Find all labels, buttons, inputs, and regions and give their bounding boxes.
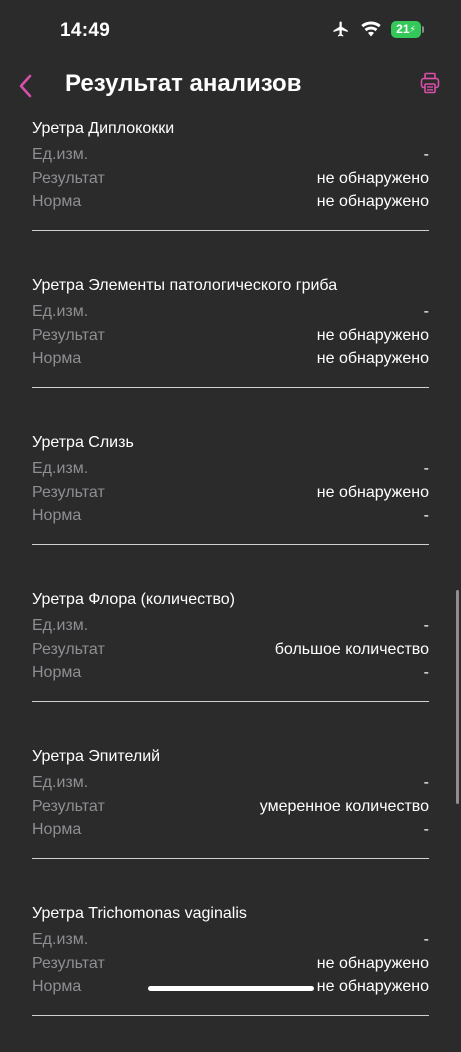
unit-row: Ед.изм. - — [32, 774, 429, 796]
result-label: Результат — [32, 955, 105, 972]
home-indicator[interactable] — [148, 986, 314, 991]
unit-label: Ед.изм. — [32, 146, 89, 163]
unit-row: Ед.изм. - — [32, 931, 429, 953]
result-row: Результат умеренное количество — [32, 798, 429, 820]
bolt-icon: ⚡ — [409, 23, 416, 34]
result-value: большое количество — [274, 641, 429, 658]
result-row: Результат не обнаружено — [32, 170, 429, 192]
result-title: Уретра Диплококки — [32, 120, 175, 137]
norm-value: - — [423, 821, 429, 838]
status-time: 14:49 — [60, 20, 111, 41]
unit-label: Ед.изм. — [32, 617, 89, 634]
result-row: Результат не обнаружено — [32, 484, 429, 506]
norm-label: Норма — [32, 507, 82, 524]
norm-label: Норма — [32, 664, 82, 681]
result-label: Результат — [32, 641, 105, 658]
page-title: Результат анализов — [65, 70, 302, 97]
result-item: Уретра Эпителий Ед.изм. - Результат умеренно… — [32, 738, 429, 895]
norm-row: Норма - — [32, 821, 429, 843]
result-row: Результат большое количество — [32, 641, 429, 663]
norm-label: Норма — [32, 193, 82, 210]
airplane-icon — [331, 20, 351, 38]
result-row: Результат не обнаружено — [32, 327, 429, 349]
result-item: Уретра Элементы патологического гриба Ед.… — [32, 267, 429, 424]
result-row: Результат не обнаружено — [32, 955, 429, 977]
unit-label: Ед.изм. — [32, 303, 89, 320]
result-item: Уретра Флора (количество) Ед.изм. - Результ… — [32, 581, 429, 738]
unit-value: - — [423, 303, 429, 320]
chevron-left-icon — [19, 74, 32, 98]
status-icons: 21 ⚡ — [331, 20, 424, 38]
result-item: Уретра Trichomonas vaginalis Ед.изм. - Резу… — [32, 895, 429, 1052]
result-title: Уретра Элементы патологического гриба — [32, 277, 338, 294]
result-value: не обнаружено — [316, 327, 429, 344]
printer-icon — [420, 72, 440, 94]
back-button[interactable] — [8, 68, 42, 104]
result-title: Уретра Флора (количество) — [32, 591, 236, 608]
nav-bar: Результат анализов — [0, 62, 461, 110]
unit-row: Ед.изм. - — [32, 617, 429, 639]
unit-row: Ед.изм. - — [32, 303, 429, 325]
result-item: Уретра Слизь Ед.изм. - Результат не обнаруже… — [32, 424, 429, 581]
unit-value: - — [423, 146, 429, 163]
result-title: Уретра Trichomonas vaginalis — [32, 905, 247, 922]
norm-label: Норма — [32, 821, 82, 838]
result-value: не обнаружено — [316, 955, 429, 972]
result-value: умеренное количество — [259, 798, 429, 815]
result-value: не обнаружено — [316, 170, 429, 187]
result-item: Уретра Диплококки Ед.изм. - Результат не обн… — [32, 110, 429, 267]
status-bar: 14:49 21 ⚡ — [0, 0, 461, 62]
norm-value: - — [423, 664, 429, 681]
result-title: Уретра Слизь — [32, 434, 134, 451]
norm-label: Норма — [32, 350, 82, 367]
result-label: Результат — [32, 327, 105, 344]
unit-value: - — [423, 617, 429, 634]
norm-value: не обнаружено — [316, 350, 429, 367]
unit-value: - — [423, 460, 429, 477]
norm-label: Норма — [32, 978, 82, 995]
scroll-indicator[interactable] — [456, 590, 459, 804]
result-label: Результат — [32, 484, 105, 501]
divider — [32, 701, 429, 702]
battery-level: 21 — [396, 22, 410, 36]
divider — [32, 544, 429, 545]
divider — [32, 1015, 429, 1016]
norm-row: Норма - — [32, 664, 429, 686]
divider — [32, 387, 429, 388]
norm-value: не обнаружено — [316, 978, 429, 995]
norm-row: Норма не обнаружено — [32, 350, 429, 372]
norm-row: Норма - — [32, 507, 429, 529]
norm-row: Норма не обнаружено — [32, 193, 429, 215]
result-value: не обнаружено — [316, 484, 429, 501]
unit-value: - — [423, 931, 429, 948]
result-label: Результат — [32, 170, 105, 187]
result-label: Результат — [32, 798, 105, 815]
battery-charging-icon: 21 ⚡ — [391, 20, 424, 38]
unit-label: Ед.изм. — [32, 460, 89, 477]
norm-value: не обнаружено — [316, 193, 429, 210]
result-title: Уретра Эпителий — [32, 748, 161, 765]
results-list: Уретра Диплококки Ед.изм. - Результат не обн… — [32, 110, 429, 1052]
unit-label: Ед.изм. — [32, 931, 89, 948]
divider — [32, 230, 429, 231]
unit-row: Ед.изм. - — [32, 460, 429, 482]
unit-row: Ед.изм. - — [32, 146, 429, 168]
print-button[interactable] — [419, 70, 441, 96]
norm-value: - — [423, 507, 429, 524]
unit-label: Ед.изм. — [32, 774, 89, 791]
wifi-icon — [361, 21, 381, 37]
unit-value: - — [423, 774, 429, 791]
divider — [32, 858, 429, 859]
